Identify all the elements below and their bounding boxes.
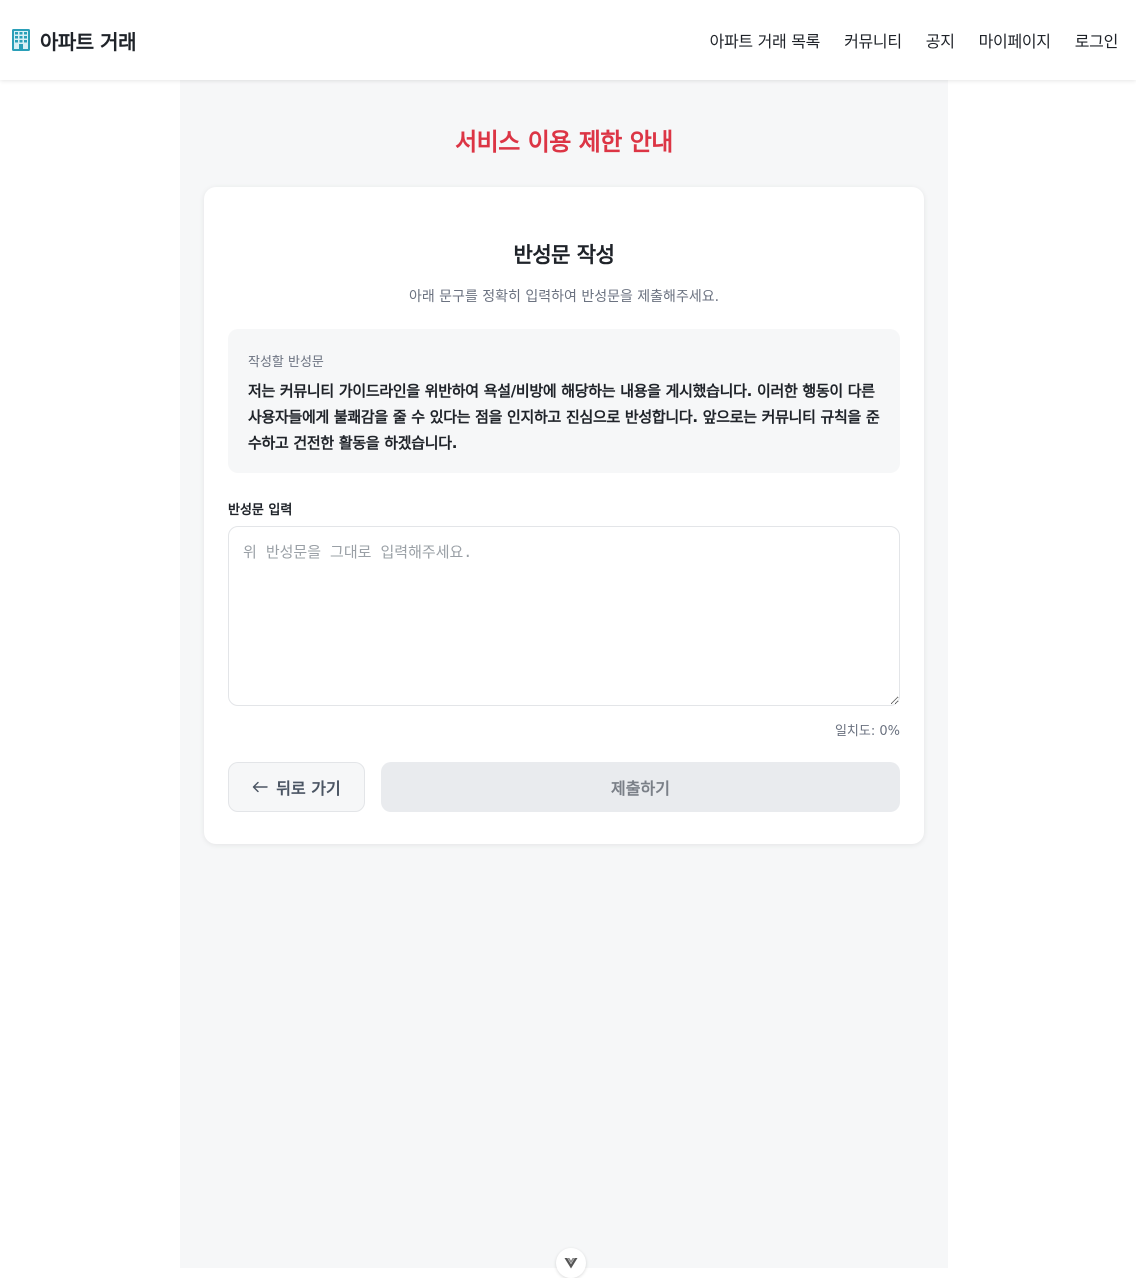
top-navbar: 아파트 거래 아파트 거래 목록 커뮤니티 공지 마이페이지 로그인: [0, 0, 1136, 80]
arrow-left-icon: [252, 778, 268, 797]
reflection-input[interactable]: [228, 526, 900, 706]
nav-mypage[interactable]: 마이페이지: [979, 28, 1051, 52]
statement-box: 작성할 반성문 저는 커뮤니티 가이드라인을 위반하여 욕설/비방에 해당하는 …: [228, 329, 900, 473]
back-button-label: 뒤로 가기: [276, 779, 341, 798]
card-title: 반성문 작성: [513, 243, 615, 267]
main-content: 서비스 이용 제한 안내 반성문 작성 아래 문구를 정확히 입력하여 반성문을…: [180, 80, 948, 1278]
nav-notice[interactable]: 공지: [926, 28, 955, 52]
nav-community[interactable]: 커뮤니티: [844, 28, 902, 52]
nav-apartment-list[interactable]: 아파트 거래 목록: [710, 28, 821, 52]
brand-link[interactable]: 아파트 거래: [10, 26, 136, 55]
vue-devtools-icon[interactable]: [556, 1248, 586, 1278]
brand-name: 아파트 거래: [40, 29, 136, 54]
statement-text: 저는 커뮤니티 가이드라인을 위반하여 욕설/비방에 해당하는 내용을 게시했습…: [248, 382, 880, 452]
statement-label: 작성할 반성문: [248, 355, 324, 370]
reflection-card: 반성문 작성 아래 문구를 정확히 입력하여 반성문을 제출해주세요. 작성할 …: [204, 187, 924, 844]
input-label: 반성문 입력: [228, 503, 293, 518]
match-rate: 일치도: 0%: [834, 724, 900, 739]
main-nav: 아파트 거래 목록 커뮤니티 공지 마이페이지 로그인: [710, 28, 1119, 52]
page-title: 서비스 이용 제한 안내: [455, 128, 673, 156]
nav-login[interactable]: 로그인: [1075, 28, 1119, 52]
submit-button[interactable]: 제출하기: [381, 762, 900, 812]
back-button[interactable]: 뒤로 가기: [228, 762, 365, 812]
card-description: 아래 문구를 정확히 입력하여 반성문을 제출해주세요.: [408, 289, 720, 305]
building-icon: [10, 28, 32, 52]
